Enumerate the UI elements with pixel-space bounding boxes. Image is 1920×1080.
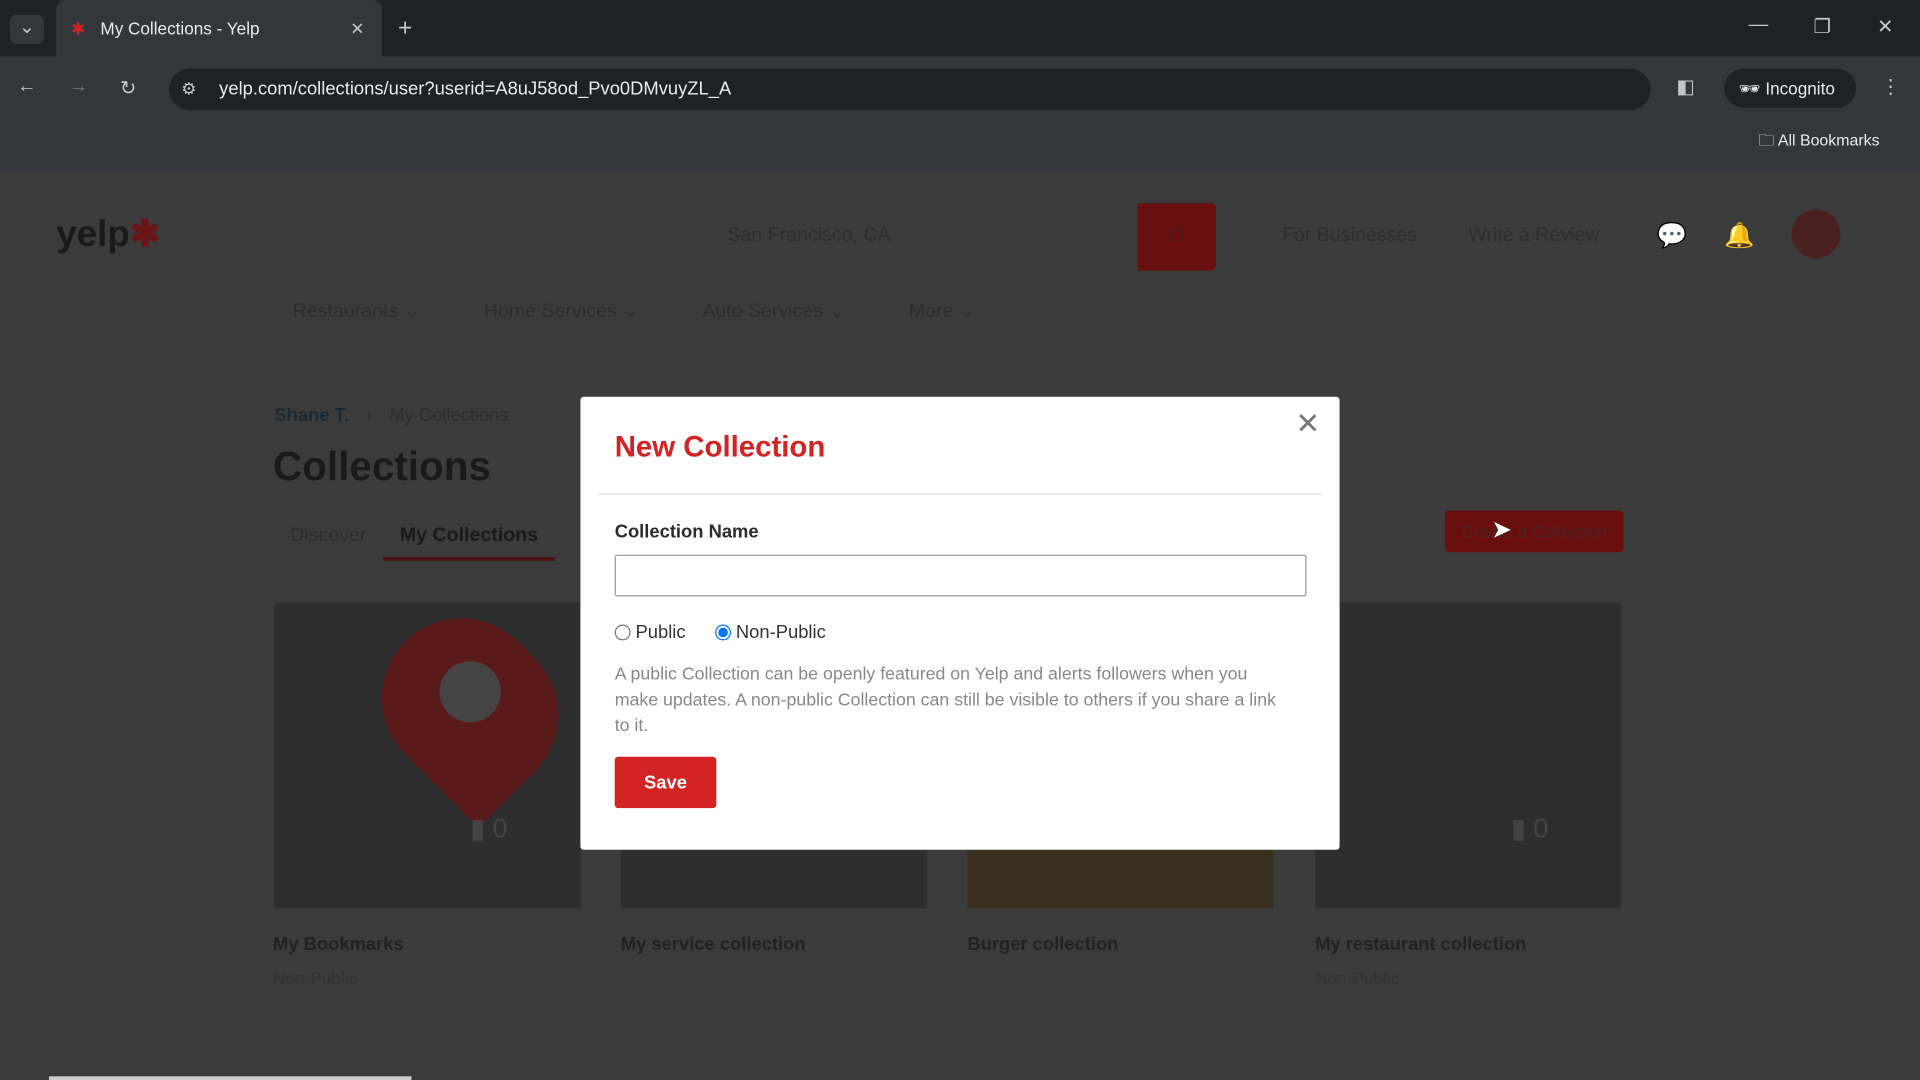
new-collection-modal: New Collection ✕ Collection Name Public … [580,396,1340,850]
search-icon: ○ [1167,217,1186,252]
mouse-cursor-icon: ➤ [1491,516,1512,544]
non-public-radio[interactable]: Non-Public [715,622,826,643]
collection-title[interactable]: My service collection [621,934,806,955]
incognito-badge[interactable]: 🕶 Incognito [1724,68,1857,108]
category-nav: Restaurants ⌄ Home Services ⌄ Auto Servi… [293,299,975,323]
close-window-icon[interactable]: ✕ [1877,15,1893,39]
non-public-label: Non-Public [735,622,826,643]
folder-icon: 🗀 [1758,131,1778,150]
collection-privacy: Non-Public [273,968,357,989]
url-text[interactable]: yelp.com/collections/user?userid=A8uJ58o… [219,78,731,99]
public-radio[interactable]: Public [614,622,686,643]
search-button[interactable]: ○ [1137,203,1216,271]
nav-more[interactable]: More ⌄ [909,299,976,323]
yelp-logo[interactable]: yelp✱ [56,213,160,256]
modal-title: New Collection [614,431,826,465]
write-review-link[interactable]: Write a Review [1468,225,1599,247]
tab-close-icon[interactable]: ✕ [350,18,364,39]
tab-my-collections[interactable]: My Collections [383,525,555,561]
collection-privacy: Non-Public [1315,968,1399,989]
collection-card[interactable]: ▮ 0 [1315,602,1622,909]
bookmarks-bar: 🗀 All Bookmarks [0,120,1920,172]
minimize-icon[interactable]: — [1749,15,1769,37]
tab-search-chevron-icon[interactable]: ⌄ [9,14,45,45]
yelp-burst-icon: ✱ [129,214,161,255]
avatar[interactable] [1791,209,1841,259]
breadcrumb-current: My Collections [389,405,509,427]
tab-strip: ⌄ ✱ My Collections - Yelp ✕ + — ❐ ✕ [0,0,1920,57]
public-label: Public [635,622,686,643]
back-icon[interactable]: ← [17,76,37,98]
nav-auto-services[interactable]: Auto Services ⌄ [702,299,845,323]
privacy-description: A public Collection can be openly featur… [614,664,1276,736]
yelp-favicon-icon: ✱ [71,18,86,38]
browser-tab[interactable]: ✱ My Collections - Yelp ✕ [56,0,383,57]
restore-icon[interactable]: ❐ [1813,15,1831,39]
divider [597,493,1323,495]
logo-text: yelp [56,214,130,255]
bookmark-count: ▮ 0 [470,813,508,844]
side-panel-icon[interactable]: ◧ [1676,75,1695,99]
collection-name-input[interactable] [614,554,1307,597]
menu-icon[interactable]: ⋮ [1881,75,1901,99]
close-icon[interactable]: ✕ [1296,407,1321,443]
page-title: Collections [273,443,491,489]
bookmark-count: ▮ 0 [1511,813,1549,844]
collection-title[interactable]: My restaurant collection [1315,934,1526,955]
tab-discover[interactable]: Discover [290,525,366,547]
site-info-icon[interactable]: ⚙ [181,78,196,99]
tab-title: My Collections - Yelp [100,18,260,38]
reload-icon[interactable]: ↻ [120,76,136,100]
all-bookmarks[interactable]: 🗀 All Bookmarks [1758,130,1879,157]
notifications-icon[interactable]: 🔔 [1724,220,1754,251]
save-button[interactable]: Save [614,756,717,809]
collection-title[interactable]: Burger collection [967,934,1118,955]
public-radio-input[interactable] [614,624,631,641]
collection-card[interactable]: ▮ 0 [274,585,592,909]
bookmark-icon: ▮ [470,813,493,844]
create-collection-button[interactable]: Create a Collection [1444,510,1624,553]
messages-icon[interactable]: 💬 [1657,220,1687,251]
for-businesses-link[interactable]: For Businesses [1282,225,1417,247]
horizontal-scrollbar[interactable] [48,1076,412,1080]
new-tab-icon[interactable]: + [398,15,412,43]
non-public-radio-input[interactable] [715,624,732,641]
incognito-label: Incognito [1765,78,1835,98]
location-input[interactable]: San Francisco, CA [727,225,890,247]
breadcrumb-user[interactable]: Shane T. [274,405,349,426]
forward-icon[interactable]: → [69,76,89,98]
incognito-icon: 🕶 [1738,78,1766,98]
collection-name-label: Collection Name [614,521,759,543]
bookmark-icon: ▮ [1511,813,1534,844]
nav-home-services[interactable]: Home Services ⌄ [484,299,639,323]
nav-restaurants[interactable]: Restaurants ⌄ [293,299,421,323]
all-bookmarks-label: All Bookmarks [1777,131,1880,150]
address-bar[interactable]: ⚙ yelp.com/collections/user?userid=A8uJ5… [168,68,1651,111]
collection-title[interactable]: My Bookmarks [273,934,404,955]
breadcrumb: Shane T. › My Collections [274,405,509,427]
